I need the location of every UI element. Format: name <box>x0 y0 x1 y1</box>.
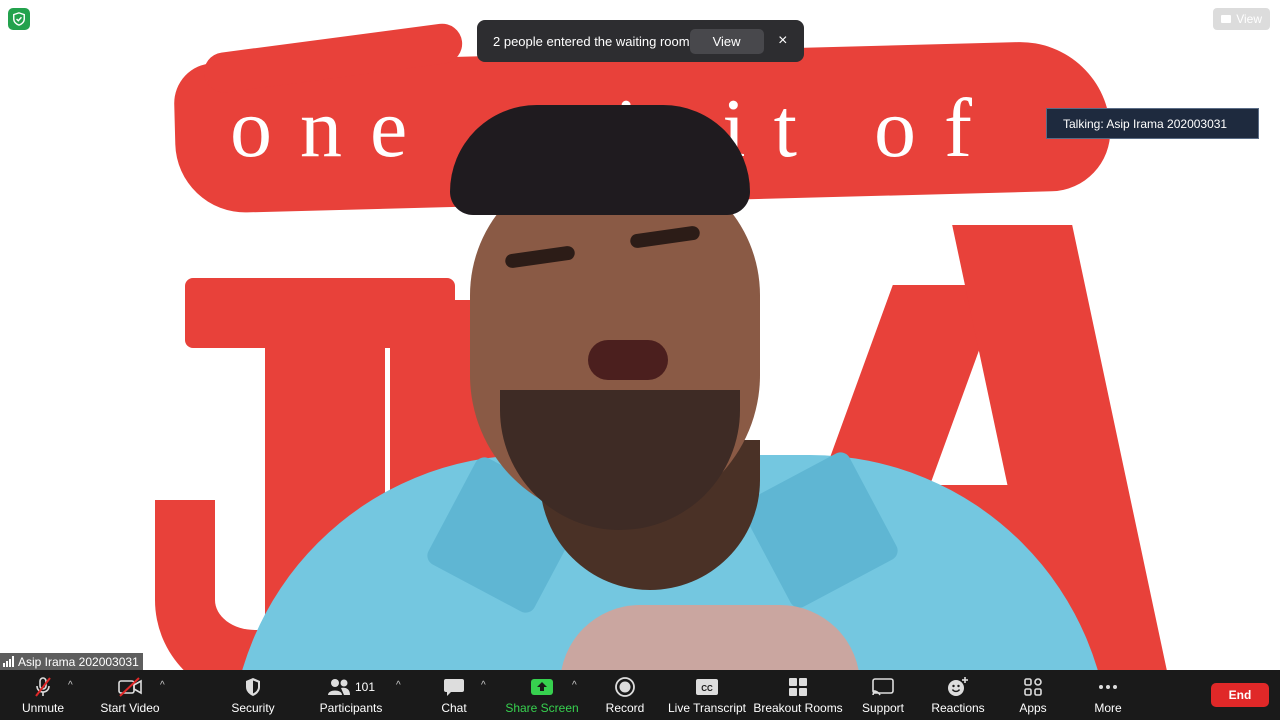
participants-label: Participants <box>319 700 383 715</box>
view-layout-label: View <box>1236 12 1262 26</box>
participants-count: 101 <box>354 679 376 694</box>
chat-options-caret[interactable]: ^ <box>481 680 486 691</box>
breakout-rooms-button[interactable]: Breakout Rooms <box>753 670 843 720</box>
share-screen-icon <box>530 676 554 698</box>
notification-message: 2 people entered the waiting room <box>493 33 690 49</box>
unmute-button[interactable]: Unmute <box>16 670 70 720</box>
record-button[interactable]: Record <box>602 670 648 720</box>
close-icon[interactable]: × <box>772 29 794 53</box>
svg-text:CC: CC <box>701 684 713 693</box>
reactions-button[interactable]: Reactions <box>930 670 986 720</box>
live-transcript-label: Live Transcript <box>667 700 747 715</box>
participants-options-caret[interactable]: ^ <box>396 680 401 691</box>
record-label: Record <box>605 700 645 715</box>
participants-button[interactable]: 101 Participants <box>318 670 384 720</box>
support-cast-icon <box>871 676 895 698</box>
muted-microphone-icon <box>32 676 54 698</box>
talking-indicator: Talking: Asip Irama 202003031 <box>1046 108 1259 139</box>
video-stage: one spirit of <box>0 0 1280 670</box>
participant-name: Asip Irama 202003031 <box>18 654 139 669</box>
more-label: More <box>1094 700 1122 715</box>
apps-icon <box>1022 676 1044 698</box>
video-off-icon <box>117 676 143 698</box>
more-dots-icon <box>1096 676 1120 698</box>
support-button[interactable]: Support <box>858 670 908 720</box>
participants-icon <box>327 678 350 695</box>
support-label: Support <box>861 700 905 715</box>
end-meeting-button[interactable]: End <box>1211 683 1269 707</box>
grid-icon <box>1221 15 1232 23</box>
encryption-shield-icon[interactable] <box>8 8 30 30</box>
audio-options-caret[interactable]: ^ <box>68 680 73 691</box>
notification-view-button[interactable]: View <box>689 28 764 54</box>
waiting-room-notification: 2 people entered the waiting room View × <box>477 20 804 62</box>
participant-video <box>0 0 1280 670</box>
apps-label: Apps <box>1019 700 1047 715</box>
smiley-add-icon <box>946 676 970 698</box>
share-screen-label: Share Screen <box>505 700 579 715</box>
start-video-label: Start Video <box>100 700 160 715</box>
apps-button[interactable]: Apps <box>1014 670 1052 720</box>
breakout-rooms-label: Breakout Rooms <box>753 700 843 715</box>
share-options-caret[interactable]: ^ <box>572 680 577 691</box>
video-options-caret[interactable]: ^ <box>160 680 165 691</box>
breakout-rooms-icon <box>787 676 809 698</box>
shield-icon <box>243 676 263 698</box>
reactions-label: Reactions <box>931 700 985 715</box>
share-screen-button[interactable]: Share Screen <box>505 670 579 720</box>
participant-name-tag: Asip Irama 202003031 <box>0 653 143 670</box>
chat-label: Chat <box>441 700 467 715</box>
meeting-toolbar: Unmute ^ Start Video ^ Security 101 Part… <box>0 670 1280 720</box>
signal-strength-icon <box>3 656 14 667</box>
unmute-label: Unmute <box>21 700 65 715</box>
more-button[interactable]: More <box>1090 670 1126 720</box>
record-icon <box>614 676 636 698</box>
view-layout-button[interactable]: View <box>1213 8 1270 30</box>
closed-caption-icon: CC <box>695 676 719 698</box>
live-transcript-button[interactable]: CC Live Transcript <box>668 670 746 720</box>
security-button[interactable]: Security <box>226 670 280 720</box>
chat-icon <box>443 676 465 698</box>
chat-button[interactable]: Chat <box>436 670 472 720</box>
start-video-button[interactable]: Start Video <box>98 670 162 720</box>
security-label: Security <box>231 700 275 715</box>
